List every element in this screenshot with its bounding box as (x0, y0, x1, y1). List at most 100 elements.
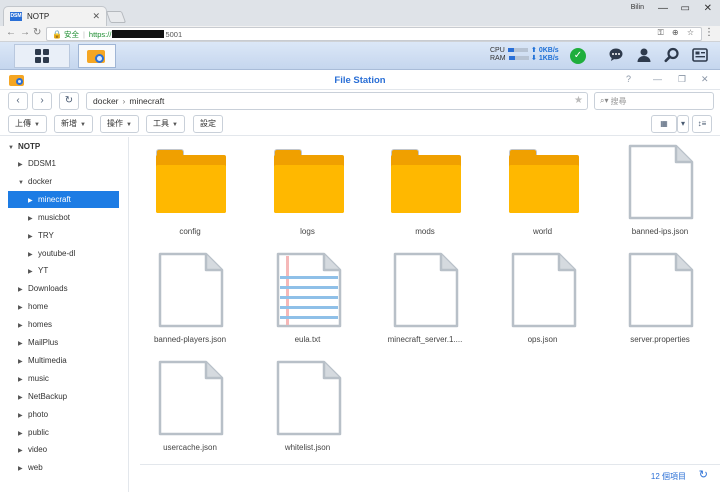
search-icon[interactable] (663, 47, 681, 65)
favorite-star-icon[interactable]: ★ (574, 93, 583, 109)
action-button[interactable]: 操作 ▼ (100, 115, 139, 133)
chevron-right-icon[interactable]: ▶ (18, 390, 28, 407)
folder-item[interactable]: mods (375, 139, 475, 243)
chevron-right-icon[interactable]: ▶ (18, 408, 28, 425)
chevron-down-icon[interactable]: ▼ (18, 175, 28, 192)
tools-button[interactable]: 工具 ▼ (146, 115, 185, 133)
main-menu-button[interactable] (14, 44, 70, 68)
tree-item-label: docker (28, 176, 53, 186)
tree-item-label: public (28, 427, 49, 437)
refresh-button[interactable]: ↻ (59, 92, 79, 110)
chevron-right-icon[interactable]: ▶ (28, 264, 38, 281)
back-icon[interactable]: ← (6, 27, 16, 38)
chevron-right-icon[interactable]: ▶ (18, 443, 28, 460)
forward-button[interactable]: › (32, 92, 52, 110)
browser-tabbar: DSM NOTP ✕ Bilin — ▭ ✕ (0, 0, 720, 26)
secure-label: 安全 (63, 29, 79, 39)
chevron-right-icon[interactable]: ▶ (18, 318, 28, 335)
chevron-right-icon[interactable]: ▶ (18, 426, 28, 443)
system-ok-icon[interactable]: ✓ (570, 48, 586, 64)
favicon-icon: DSM (10, 12, 22, 21)
file-station-taskbar-button[interactable] (78, 44, 116, 68)
tree-item-try[interactable]: ▶ TRY (0, 227, 128, 244)
chevron-right-icon[interactable]: ▶ (18, 354, 28, 371)
close-window-icon[interactable]: ✕ (704, 3, 712, 14)
tab-close-icon[interactable]: ✕ (92, 11, 100, 22)
window-titlebar[interactable]: File Station ? — ❐ ✕ (0, 70, 720, 90)
tree-item-label: Downloads (28, 284, 68, 294)
tree-item-minecraft[interactable]: ▶ minecraft (8, 190, 119, 210)
chevron-right-icon[interactable]: ▶ (28, 229, 38, 246)
maximize-icon[interactable]: ▭ (681, 3, 690, 14)
tree-item-ddsm1[interactable]: ▶ DDSM1 (0, 155, 128, 172)
file-item[interactable]: minecraft_server.1.... (375, 247, 475, 351)
tree-item-video[interactable]: ▶ video (0, 441, 128, 458)
minimize-window-icon[interactable]: — (653, 74, 662, 84)
refresh-icon[interactable]: ↻ (699, 468, 708, 481)
file-item[interactable]: usercache.json (140, 355, 240, 459)
chevron-right-icon[interactable]: ▶ (18, 157, 28, 174)
tree-item-home[interactable]: ▶ home (0, 298, 128, 315)
resource-monitor[interactable]: CPU RAM (490, 47, 529, 63)
restore-window-icon[interactable]: ❐ (678, 74, 686, 85)
folder-item[interactable]: world (493, 139, 593, 243)
tree-item-docker[interactable]: ▼ docker (0, 173, 128, 190)
tree-item-netbackup[interactable]: ▶ NetBackup (0, 388, 128, 405)
chevron-right-icon[interactable]: ▶ (18, 461, 28, 478)
sort-button[interactable]: ↕≡ (692, 115, 712, 133)
chevron-right-icon[interactable]: ▶ (18, 372, 28, 389)
folder-item[interactable]: config (140, 139, 240, 243)
tree-item-photo[interactable]: ▶ photo (0, 406, 128, 423)
user-icon[interactable] (635, 47, 653, 65)
back-button[interactable]: ‹ (8, 92, 28, 110)
upload-button[interactable]: 上傳 ▼ (8, 115, 47, 133)
path-segment[interactable]: minecraft (129, 96, 164, 106)
chevron-right-icon[interactable]: ▶ (18, 336, 28, 353)
chevron-right-icon[interactable]: ▶ (28, 193, 38, 210)
tree-item-music[interactable]: ▶ music (0, 370, 128, 387)
browser-user-label[interactable]: Bilin (631, 4, 644, 11)
file-item[interactable]: whitelist.json (258, 355, 358, 459)
search-box[interactable]: ⌕▾ (594, 92, 714, 110)
file-name: server.properties (630, 335, 690, 344)
reload-icon[interactable]: ↻ (33, 27, 41, 38)
path-bar[interactable]: docker › minecraft ★ (86, 92, 588, 110)
browser-menu-icon[interactable]: ⋮ (704, 27, 714, 38)
tree-item-public[interactable]: ▶ public (0, 424, 128, 441)
widgets-icon[interactable] (691, 47, 709, 65)
minimize-icon[interactable]: — (658, 3, 668, 14)
path-segment[interactable]: docker (93, 96, 119, 106)
chevron-right-icon[interactable]: ▶ (18, 282, 28, 299)
view-mode-dropdown[interactable]: ▾ (677, 115, 689, 133)
tree-item-homes[interactable]: ▶ homes (0, 316, 128, 333)
file-item[interactable]: eula.txt (258, 247, 358, 351)
omnibox-icons[interactable]: ⚿ ⊕ ☆ (658, 28, 697, 38)
address-bar[interactable]: 🔒 安全 | https:// 5001 ⚿ ⊕ ☆ (46, 27, 702, 41)
file-item[interactable]: banned-ips.json (610, 139, 710, 243)
tree-item-musicbot[interactable]: ▶ musicbot (0, 209, 128, 226)
tree-item-mailplus[interactable]: ▶ MailPlus (0, 334, 128, 351)
folder-item[interactable]: logs (258, 139, 358, 243)
browser-tab[interactable]: DSM NOTP ✕ (3, 6, 107, 26)
view-mode-button[interactable]: ▦ (651, 115, 677, 133)
chevron-right-icon[interactable]: ▶ (28, 247, 38, 264)
file-item[interactable]: banned-players.json (140, 247, 240, 351)
file-item[interactable]: ops.json (493, 247, 593, 351)
create-button[interactable]: 新增 ▼ (54, 115, 93, 133)
close-app-icon[interactable]: ✕ (701, 74, 709, 85)
tree-item-downloads[interactable]: ▶ Downloads (0, 280, 128, 297)
tree-item-web[interactable]: ▶ web (0, 459, 128, 476)
tree-item-yt[interactable]: ▶ YT (0, 262, 128, 279)
chevron-right-icon[interactable]: ▶ (18, 300, 28, 317)
chevron-right-icon[interactable]: ▶ (28, 211, 38, 228)
chat-icon[interactable] (607, 47, 625, 65)
forward-icon[interactable]: → (20, 27, 30, 38)
help-icon[interactable]: ? (626, 74, 631, 84)
tree-item-multimedia[interactable]: ▶ Multimedia (0, 352, 128, 369)
tree-root[interactable]: ▼ NOTP (0, 138, 128, 155)
tree-item-youtube-dl[interactable]: ▶ youtube-dl (0, 245, 128, 262)
new-tab-button[interactable] (105, 11, 127, 23)
search-input[interactable] (610, 96, 691, 106)
file-item[interactable]: server.properties (610, 247, 710, 351)
settings-button[interactable]: 設定 (193, 115, 223, 133)
